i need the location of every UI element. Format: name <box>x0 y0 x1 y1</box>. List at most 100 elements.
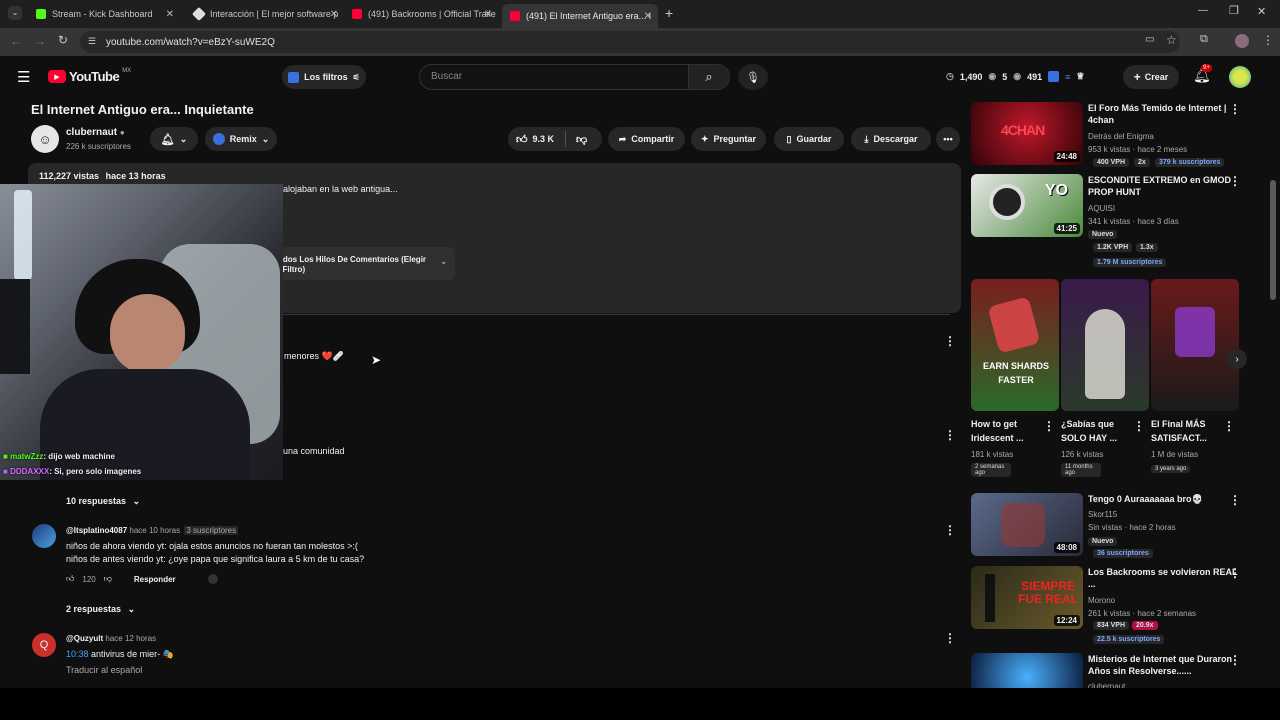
translate-link[interactable]: Traducir al español <box>66 665 142 675</box>
more-icon[interactable]: ⋮ <box>1229 174 1241 188</box>
tab-internet-antiguo[interactable]: (491) El Internet Antiguo era... I ✕ <box>502 4 658 28</box>
channel-name[interactable]: Detrás del Enigma <box>1088 132 1154 141</box>
profile-avatar[interactable] <box>1235 34 1249 48</box>
short-thumbnail[interactable] <box>1061 279 1149 411</box>
channel-name[interactable]: clubernaut ● <box>66 127 125 138</box>
commenter-avatar[interactable] <box>32 524 56 548</box>
video-title[interactable]: ESCONDITE EXTREMO en GMOD PROP HUNT <box>1088 174 1238 198</box>
more-icon[interactable]: ⋮ <box>1223 419 1235 433</box>
reload-icon[interactable]: ↻ <box>58 33 68 47</box>
tab-backrooms[interactable]: (491) Backrooms | Official Traile ✕ <box>344 4 498 24</box>
video-title[interactable]: Los Backrooms se volvieron REAL ... <box>1088 566 1238 590</box>
close-window-button[interactable]: ✕ <box>1257 5 1266 18</box>
video-thumbnail[interactable]: SIEMPRE FUE REAL 12:24 <box>971 566 1083 629</box>
save-button[interactable]: ▯ Guardar <box>774 127 844 151</box>
comment-menu-icon[interactable]: ⋮ <box>944 334 956 348</box>
channel-name[interactable]: Skor115 <box>1088 510 1117 519</box>
hamburger-menu-icon[interactable]: ☰ <box>17 68 30 86</box>
comment-menu-icon[interactable]: ⋮ <box>944 631 956 645</box>
cast-icon[interactable]: ▭ <box>1145 34 1154 45</box>
extensions-icon[interactable]: ⧉ <box>1200 33 1208 46</box>
more-icon[interactable]: ⋮ <box>1133 419 1145 433</box>
recommendation-item[interactable]: 48:08 Tengo 0 Auraaaaaaa bro💀 Skor115 Si… <box>971 493 1271 561</box>
timestamp-link[interactable]: 10:38 <box>66 649 89 659</box>
trophy-icon[interactable]: ♕ <box>1076 71 1084 82</box>
notification-bell-button[interactable]: 🔔︎ ⌄ <box>150 127 198 151</box>
short-title[interactable]: El Final MÁS SATISFACT... <box>1151 417 1226 445</box>
short-title[interactable]: ¿Sabías que SOLO HAY ... <box>1061 417 1131 445</box>
short-thumbnail[interactable]: EARN SHARDS FASTER <box>971 279 1059 411</box>
tab-kick[interactable]: Stream - Kick Dashboard ✕ <box>28 4 180 24</box>
channel-avatar[interactable]: ☺ <box>31 125 59 153</box>
create-button[interactable]: + Crear <box>1123 65 1179 89</box>
clock-icon: ◷ <box>946 71 954 81</box>
like-button[interactable]: 👍︎ 9.3 K 👎︎ <box>508 127 602 151</box>
channel-name[interactable]: AQUISI <box>1088 204 1115 213</box>
replies-toggle[interactable]: 2 respuestas ⌄ <box>66 604 135 615</box>
download-button[interactable]: ⤓ Descargar <box>851 127 931 151</box>
thumbs-down-icon[interactable]: 👎︎ <box>576 133 587 146</box>
maximize-button[interactable]: ❐ <box>1229 4 1239 17</box>
tab-interaccion[interactable]: Interacción | El mejor software p ✕ <box>186 4 344 24</box>
search-input[interactable]: Buscar <box>419 64 689 90</box>
close-tab-icon[interactable]: ✕ <box>644 11 652 22</box>
comment-actions: 👍︎ 120 👎︎ Responder <box>66 574 218 584</box>
video-title[interactable]: Misterios de Internet que Duraron Años s… <box>1088 653 1238 677</box>
channel-name[interactable]: Morono <box>1088 596 1115 605</box>
short-thumbnail[interactable] <box>1151 279 1239 411</box>
share-button[interactable]: ➦ Compartir <box>608 127 685 151</box>
bookmark-star-icon[interactable]: ☆ <box>1166 33 1177 47</box>
forward-icon[interactable]: → <box>34 34 46 48</box>
address-bar[interactable]: ☰ youtube.com/watch?v=eBzY-suWE2Q <box>80 31 1180 53</box>
page-scrollbar[interactable] <box>1270 180 1276 300</box>
comment-partial-2: una comunidad <box>283 446 345 456</box>
comment-menu-icon[interactable]: ⋮ <box>944 523 956 537</box>
video-thumbnail[interactable] <box>971 653 1083 693</box>
more-actions-button[interactable]: ••• <box>936 127 960 151</box>
recommendation-item[interactable]: YO 41:25 ESCONDITE EXTREMO en GMOD PROP … <box>971 174 1271 270</box>
more-icon[interactable]: ⋮ <box>1229 102 1241 116</box>
shelf-next-button[interactable]: › <box>1227 349 1247 369</box>
remix-button[interactable]: Remix ⌄ <box>205 127 277 151</box>
youtube-logo[interactable]: ▶ YouTube MX <box>48 68 131 84</box>
more-icon[interactable]: ⋮ <box>1229 653 1241 667</box>
close-tab-icon[interactable]: ✕ <box>484 9 492 20</box>
minimize-button[interactable]: — <box>1198 5 1208 16</box>
thumbs-up-icon[interactable]: 👍︎ <box>66 574 74 584</box>
video-thumbnail[interactable]: 4CHAN 24:48 <box>971 102 1083 165</box>
comment-menu-icon[interactable]: ⋮ <box>944 428 956 442</box>
chevron-down-icon: ⌄ <box>261 133 270 144</box>
video-title[interactable]: El Foro Más Temido de Internet | 4chan <box>1088 102 1238 126</box>
back-icon[interactable]: ← <box>10 34 22 48</box>
ask-button[interactable]: ✦ Preguntar <box>691 127 766 151</box>
short-title[interactable]: How to get Iridescent ... <box>971 417 1041 445</box>
site-info-icon[interactable]: ☰ <box>88 36 96 47</box>
chevron-down-icon: ⌄ <box>440 257 447 266</box>
voice-search-button[interactable]: 🎙 <box>738 64 768 90</box>
more-icon[interactable]: ⋮ <box>1043 419 1055 433</box>
video-title[interactable]: Tengo 0 Auraaaaaaa bro💀 <box>1088 493 1238 505</box>
search-button[interactable]: ⌕ <box>688 64 730 90</box>
ext-icon[interactable] <box>1048 71 1060 82</box>
recommendation-item[interactable]: 4CHAN 24:48 El Foro Más Temido de Intern… <box>971 102 1271 170</box>
thumbs-down-icon[interactable]: 👎︎ <box>104 574 112 584</box>
notifications-button[interactable]: 🔔︎ 9+ <box>1193 64 1212 84</box>
video-thumbnail[interactable]: 48:08 <box>971 493 1083 556</box>
tab-search-icon[interactable]: ⌄ <box>8 6 22 20</box>
browser-menu-icon[interactable]: ⋮ <box>1262 33 1274 47</box>
commenter-avatar[interactable]: Q <box>32 633 56 657</box>
filters-button[interactable]: Los filtros ⚟ <box>282 65 366 89</box>
more-icon[interactable]: ⋮ <box>1229 566 1241 580</box>
recommendation-item[interactable]: SIEMPRE FUE REAL 12:24 Los Backrooms se … <box>971 566 1271 646</box>
new-tab-button[interactable]: + <box>665 5 673 21</box>
close-tab-icon[interactable]: ✕ <box>330 9 338 20</box>
recommendation-item[interactable]: Misterios de Internet que Duraron Años s… <box>971 653 1271 693</box>
replies-toggle[interactable]: 10 respuestas ⌄ <box>66 496 140 507</box>
chart-icon[interactable]: ≡ <box>1065 72 1070 82</box>
user-avatar[interactable] <box>1229 66 1251 88</box>
video-thumbnail[interactable]: YO 41:25 <box>971 174 1083 237</box>
more-icon[interactable]: ⋮ <box>1229 493 1241 507</box>
close-tab-icon[interactable]: ✕ <box>166 9 174 20</box>
reply-button[interactable]: Responder <box>134 575 176 584</box>
notification-count-badge: 9+ <box>1201 64 1212 72</box>
